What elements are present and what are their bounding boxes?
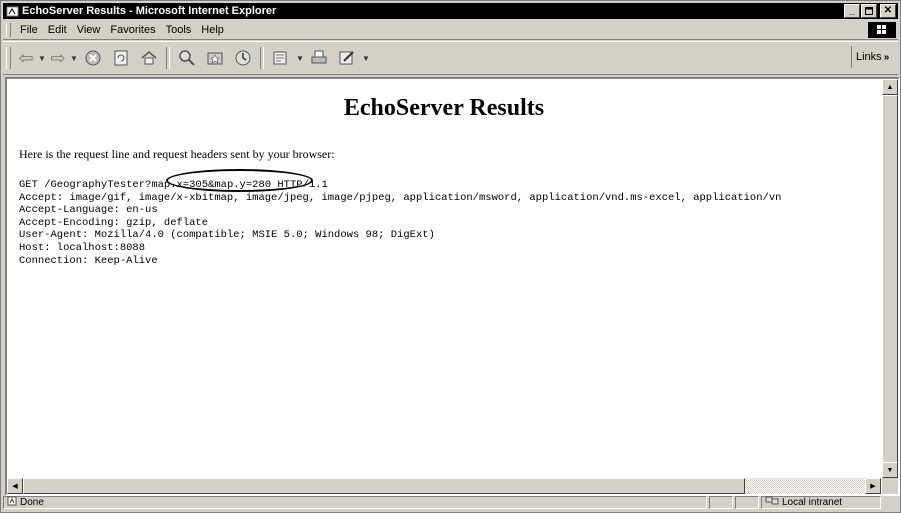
print-icon[interactable]	[306, 47, 332, 69]
header-line: Host: localhost:8088	[19, 241, 146, 254]
scroll-down-button[interactable]: ▼	[882, 462, 898, 478]
scroll-left-button[interactable]: ◀	[7, 478, 23, 494]
header-line: Connection: Keep-Alive	[19, 254, 158, 267]
zone-pane: Local intranet	[761, 496, 881, 509]
favorites-icon[interactable]	[202, 47, 228, 69]
mail-dropdown-icon[interactable]: ▼	[296, 47, 304, 69]
highlight-ellipse	[166, 169, 313, 192]
standard-toolbar: ⇦ ▼ ⇨ ▼ ▼ ▼ Links »	[3, 41, 898, 75]
window-title: EchoServer Results - Microsoft Internet …	[22, 5, 277, 17]
intranet-icon	[765, 496, 779, 509]
links-label: Links	[856, 51, 882, 63]
intro-text: Here is the request line and request hea…	[19, 147, 335, 161]
refresh-icon[interactable]	[108, 47, 134, 69]
maximize-button[interactable]	[861, 4, 877, 18]
chevron-right-icon[interactable]: »	[884, 52, 890, 63]
windows-logo-icon	[868, 22, 896, 38]
menu-help[interactable]: Help	[196, 24, 229, 36]
back-icon[interactable]: ⇦	[16, 47, 36, 69]
mail-icon[interactable]	[268, 47, 294, 69]
menu-bar: File Edit View Favorites Tools Help	[3, 21, 898, 40]
header-line: Accept: image/gif, image/x-xbitmap, imag…	[19, 191, 782, 204]
status-pane-empty	[735, 496, 759, 509]
menu-file[interactable]: File	[15, 24, 43, 36]
horizontal-scroll-thumb[interactable]	[23, 478, 745, 494]
request-prefix: GET /GeographyTester?	[19, 179, 152, 191]
header-line: Accept-Language: en-us	[19, 204, 158, 217]
toolbar-grip[interactable]	[6, 47, 11, 69]
back-dropdown-icon[interactable]: ▼	[38, 47, 46, 69]
request-text: GET /GeographyTester?map.x=305&map.y=280…	[19, 179, 781, 267]
header-line: User-Agent: Mozilla/4.0 (compatible; MSI…	[19, 229, 435, 242]
scrollbar-corner	[882, 478, 898, 494]
vertical-scroll-thumb[interactable]	[882, 95, 898, 463]
stop-icon[interactable]	[80, 47, 106, 69]
vertical-scrollbar[interactable]: ▲ ▼	[882, 79, 898, 478]
menu-tools[interactable]: Tools	[161, 24, 197, 36]
status-pane: Done	[3, 496, 707, 509]
edit-dropdown-icon[interactable]: ▼	[362, 47, 370, 69]
page-heading: EchoServer Results	[343, 95, 545, 121]
menu-favorites[interactable]: Favorites	[105, 24, 160, 36]
edit-icon[interactable]	[334, 47, 360, 69]
scroll-right-button[interactable]: ▶	[865, 478, 881, 494]
close-button[interactable]: ✕	[880, 4, 896, 18]
browser-window: EchoServer Results - Microsoft Internet …	[0, 0, 901, 513]
header-line: Accept-Encoding: gzip, deflate	[19, 216, 209, 229]
forward-dropdown-icon[interactable]: ▼	[70, 47, 78, 69]
scroll-up-button[interactable]: ▲	[882, 79, 898, 95]
links-toolbar[interactable]: Links »	[851, 46, 896, 68]
menubar-grip[interactable]	[6, 23, 11, 37]
forward-icon[interactable]: ⇨	[48, 47, 68, 69]
menu-view[interactable]: View	[72, 24, 106, 36]
status-pane-empty	[709, 496, 733, 509]
horizontal-scrollbar[interactable]: ◀ ▶	[7, 478, 881, 494]
content-area: EchoServer Results Here is the request l…	[5, 77, 900, 496]
status-bar: Done Local intranet	[3, 495, 898, 510]
zone-text: Local intranet	[782, 497, 843, 508]
ie-icon	[5, 4, 19, 18]
search-icon[interactable]	[174, 47, 200, 69]
minimize-button[interactable]: _	[844, 4, 860, 18]
page-icon	[7, 496, 17, 509]
home-icon[interactable]	[136, 47, 162, 69]
title-bar[interactable]: EchoServer Results - Microsoft Internet …	[3, 3, 898, 19]
web-page: EchoServer Results Here is the request l…	[7, 79, 881, 478]
toolbar-separator	[260, 47, 264, 69]
menu-edit[interactable]: Edit	[43, 24, 72, 36]
status-text: Done	[20, 497, 44, 508]
toolbar-separator	[166, 47, 170, 69]
history-icon[interactable]	[230, 47, 256, 69]
